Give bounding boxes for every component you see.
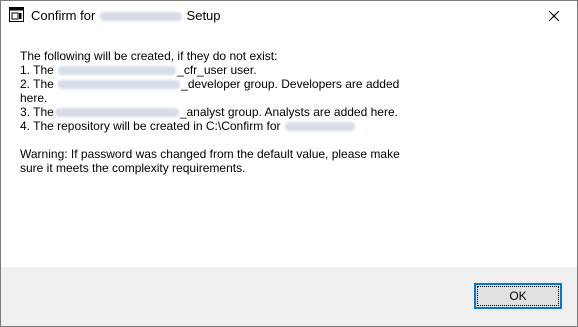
item-4-prefix: 4. The repository will be created in C:\… [20, 119, 281, 133]
intro-line: The following will be created, if they d… [20, 49, 278, 63]
item-4: 4. The repository will be created in C:\… [20, 119, 560, 133]
button-bar: OK [1, 267, 577, 326]
item-3-prefix: 3. The [20, 105, 54, 119]
close-icon [548, 10, 560, 22]
redacted-server-name [58, 80, 181, 90]
ok-button[interactable]: OK [474, 283, 562, 309]
application-window-icon [9, 7, 24, 22]
warning-line-2: sure it meets the complexity requirement… [20, 161, 246, 175]
warning-line-1: Warning: If password was changed from th… [20, 147, 400, 161]
item-1-prefix: 1. The [20, 63, 54, 77]
message-text: The following will be created, if they d… [20, 49, 560, 175]
item-1: 1. The _cfr_user user. [20, 63, 560, 77]
item-3-suffix: _analyst group. Analysts are added here. [179, 105, 398, 119]
confirm-dialog: Confirm for Setup The following will be … [0, 0, 578, 327]
item-1-suffix: _cfr_user user. [177, 63, 257, 77]
item-2-suffix: _developer group. Developers are added [181, 77, 400, 91]
item-2: 2. The _developer group. Developers are … [20, 77, 560, 91]
item-3: 3. The _analyst group. Analysts are added… [20, 105, 560, 119]
redacted-product-name [284, 122, 355, 132]
redacted-product-name [99, 12, 182, 22]
title-suffix: Setup [186, 8, 221, 23]
redacted-server-name [58, 66, 177, 76]
title-prefix: Confirm for [31, 8, 96, 23]
window-title: Confirm for Setup [31, 8, 221, 23]
close-button[interactable] [531, 1, 577, 31]
title-bar: Confirm for Setup [1, 1, 577, 31]
item-2-prefix: 2. The [20, 77, 54, 91]
item-2-continuation: here. [20, 91, 48, 105]
redacted-server-name [54, 108, 179, 118]
